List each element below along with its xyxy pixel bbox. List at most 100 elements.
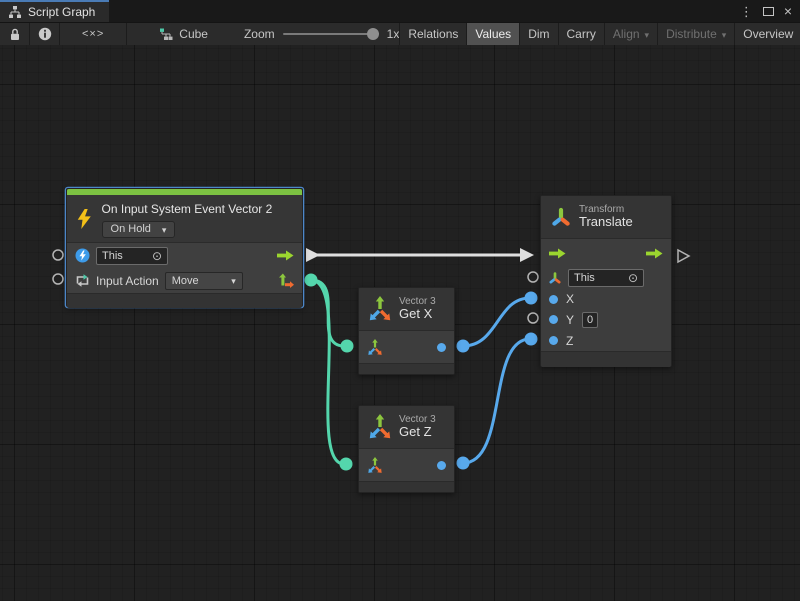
event-action-row: Input Action Move ▾ <box>67 268 302 293</box>
event-this-field[interactable]: This ⊙ <box>96 247 168 265</box>
vector2-wire-to-getz <box>311 280 344 464</box>
input-action-dropdown[interactable]: Move ▾ <box>165 272 243 290</box>
maximize-icon[interactable] <box>763 7 774 16</box>
node-footer <box>359 481 454 492</box>
vector3-port-icon[interactable] <box>367 339 383 356</box>
port-label-x: X <box>566 292 574 306</box>
zoom-control: Zoom 1x <box>244 23 399 45</box>
float-input-port-z[interactable] <box>549 336 558 345</box>
lock-button[interactable] <box>0 23 30 45</box>
getx-port-row <box>359 331 454 363</box>
flow-output-arrow-icon[interactable] <box>277 250 294 261</box>
toolbar-button-relations[interactable]: Relations <box>400 23 467 45</box>
node-title: On Input System Event Vector 2 <box>102 202 273 216</box>
float-output-port[interactable] <box>437 343 446 352</box>
lock-icon <box>9 28 21 41</box>
node-footer <box>359 363 454 374</box>
getx-output-port-dot[interactable] <box>457 340 470 353</box>
toolbar-button-values[interactable]: Values <box>467 23 520 45</box>
node-get-z[interactable]: Vector 3 Get Z <box>358 405 455 493</box>
chevron-down-icon: ▾ <box>645 30 650 41</box>
float-input-port-x[interactable] <box>549 295 558 304</box>
flow-input-arrow-icon[interactable] <box>549 248 566 259</box>
toolbar-button-dim[interactable]: Dim <box>520 23 558 45</box>
float-output-port[interactable] <box>437 461 446 470</box>
translate-this-row: This ⊙ <box>541 267 671 289</box>
vector3-port-icon[interactable] <box>367 457 383 474</box>
close-icon[interactable]: × <box>784 4 792 18</box>
zoom-slider-handle[interactable] <box>367 28 379 40</box>
flow-arrowhead-start <box>306 248 320 262</box>
graph-icon-small <box>159 28 173 40</box>
node-on-input-system-event[interactable]: On Input System Event Vector 2 On Hold ▾… <box>66 188 303 307</box>
node-transform-translate[interactable]: Transform Translate This <box>540 195 672 367</box>
graph-canvas[interactable]: On Input System Event Vector 2 On Hold ▾… <box>0 45 800 601</box>
event-action-unconnected-port[interactable] <box>53 274 63 284</box>
target-icon[interactable]: ⊙ <box>152 250 162 262</box>
chevron-down-icon: ▾ <box>162 225 167 236</box>
window-menu-icon[interactable]: ⋮ <box>740 5 753 18</box>
zoom-value: 1x <box>387 27 400 41</box>
flow-output-arrow-icon[interactable] <box>646 248 663 259</box>
chevron-down-icon: ▾ <box>722 30 727 41</box>
zoom-slider[interactable] <box>283 33 379 35</box>
breadcrumb-label: Cube <box>179 27 208 41</box>
node-name: Get Z <box>399 425 436 440</box>
translate-y-row: Y 0 <box>541 309 671 330</box>
event-mode-dropdown[interactable]: On Hold ▾ <box>102 221 176 238</box>
getz-input-port-dot[interactable] <box>340 458 353 471</box>
translate-flow-row <box>541 239 671 267</box>
node-footer <box>541 351 671 367</box>
port-label-y: Y <box>566 313 574 327</box>
zoom-label: Zoom <box>244 27 275 41</box>
toolbar-button-align[interactable]: Align ▾ <box>605 23 658 45</box>
getz-output-port-dot[interactable] <box>457 457 470 470</box>
transform-icon <box>550 206 572 228</box>
port-label-z: Z <box>566 334 573 348</box>
vector2-output-icon[interactable] <box>278 273 294 289</box>
vector2-output-port-dot[interactable] <box>305 274 318 287</box>
node-footer <box>67 293 302 308</box>
info-icon <box>38 27 52 41</box>
translate-z-port-dot[interactable] <box>525 333 538 346</box>
flow-arrowhead-end <box>520 248 534 262</box>
float-input-port-y[interactable] <box>549 315 558 324</box>
code-icon: <×> <box>68 28 118 40</box>
graph-toolbar: <×> Cube Zoom 1x Relations Values Dim Ca… <box>0 22 800 45</box>
chevron-down-icon: ▾ <box>231 276 236 287</box>
tab-title: Script Graph <box>28 5 95 19</box>
translate-flow-out-unconnected-port[interactable] <box>678 250 689 262</box>
target-icon[interactable]: ⊙ <box>628 272 638 284</box>
toolbar-button-distribute[interactable]: Distribute ▾ <box>658 23 735 45</box>
event-this-row: This ⊙ <box>67 243 302 268</box>
node-get-x[interactable]: Vector 3 Get X <box>358 287 455 375</box>
info-button[interactable] <box>30 23 60 45</box>
toolbar-button-carry[interactable]: Carry <box>559 23 605 45</box>
toolbar-button-overview[interactable]: Overview <box>735 23 800 45</box>
vector2-wire-to-getx <box>311 280 344 346</box>
translate-this-field[interactable]: This ⊙ <box>568 269 644 287</box>
graph-icon <box>8 6 22 18</box>
vector3-icon <box>368 414 392 440</box>
event-this-unconnected-port[interactable] <box>53 250 63 260</box>
vector3-icon <box>368 296 392 322</box>
translate-y-unconnected-port[interactable] <box>528 313 538 323</box>
getx-input-port-dot[interactable] <box>341 340 354 353</box>
node-name: Get X <box>399 307 436 322</box>
input-action-label: Input Action <box>96 274 159 288</box>
transform-port-icon[interactable] <box>548 271 562 285</box>
translate-x-port-dot[interactable] <box>525 292 538 305</box>
float-wire-x <box>463 298 530 346</box>
translate-x-row: X <box>541 289 671 309</box>
translate-this-unconnected-port[interactable] <box>528 272 538 282</box>
node-name: Translate <box>579 215 633 230</box>
tab-script-graph[interactable]: Script Graph <box>0 0 109 22</box>
lightning-icon <box>77 206 92 232</box>
float-wire-z <box>463 339 530 463</box>
breadcrumb-graph[interactable]: Cube <box>149 23 218 45</box>
y-value-field[interactable]: 0 <box>582 312 598 328</box>
window-titlebar: Script Graph ⋮ × <box>0 0 800 22</box>
code-preview-button[interactable]: <×> <box>60 23 127 45</box>
gameobject-icon <box>75 248 90 263</box>
input-action-icon <box>75 273 90 288</box>
